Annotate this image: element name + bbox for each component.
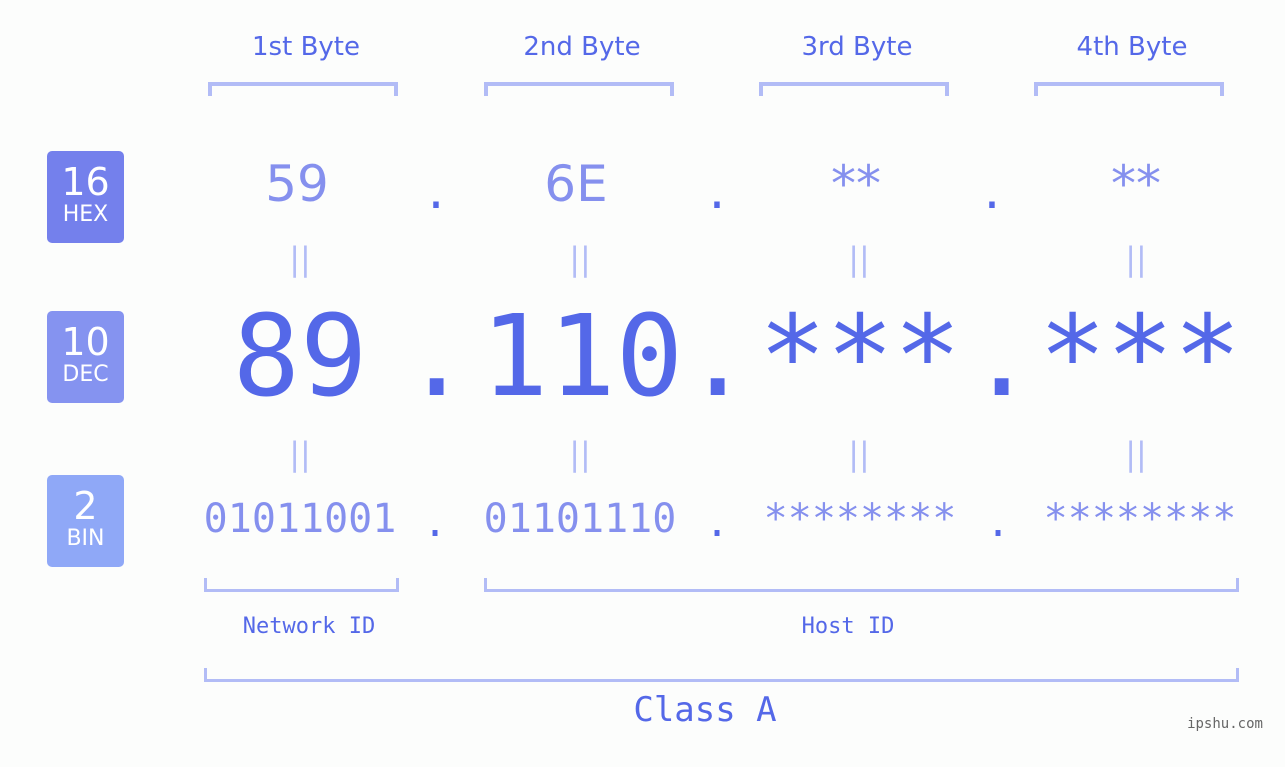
hex-badge: 16 HEX [47,151,124,243]
dec-badge-number: 10 [61,320,110,364]
byte-header-3: 3rd Byte [801,32,913,62]
equals-icon: || [289,240,311,278]
hex-octet-4: ** [1111,155,1161,213]
network-id-label: Network ID [242,614,376,639]
byte-header-2: 2nd Byte [523,32,641,62]
bin-octet-1: 01011001 [203,496,397,542]
hex-octet-2: 6E [544,155,608,213]
hex-separator-1: . [422,168,450,219]
dec-badge: 10 DEC [47,311,124,403]
bin-separator-3: . [985,500,1011,546]
equals-icon: || [848,435,870,473]
dec-separator-1: . [403,292,471,422]
dec-octet-1: 89 [232,292,368,422]
hex-badge-unit: HEX [62,202,109,227]
byte-bracket-1 [208,82,398,96]
dec-octet-3: *** [758,292,962,422]
equals-icon: || [289,435,311,473]
class-bracket [204,668,1239,682]
hex-octet-1: 59 [265,155,329,213]
dec-separator-3: . [968,292,1036,422]
byte-bracket-4 [1034,82,1224,96]
bin-octet-3: ******** [763,496,957,542]
dec-octet-2: 110 [480,292,684,422]
hex-octet-3: ** [831,155,881,213]
watermark: ipshu.com [1187,716,1263,732]
host-id-bracket [484,578,1239,592]
bin-separator-1: . [422,500,448,546]
equals-icon: || [569,435,591,473]
byte-bracket-2 [484,82,674,96]
equals-icon: || [848,240,870,278]
class-label: Class A [633,690,777,730]
hex-separator-2: . [703,168,731,219]
host-id-label: Host ID [801,614,895,639]
dec-separator-2: . [684,292,752,422]
bin-separator-2: . [704,500,730,546]
byte-header-1: 1st Byte [252,32,360,62]
byte-header-4: 4th Byte [1076,32,1188,62]
bin-badge: 2 BIN [47,475,124,567]
bin-badge-number: 2 [73,484,98,528]
network-id-bracket [204,578,399,592]
bin-octet-2: 01101110 [483,496,677,542]
equals-icon: || [569,240,591,278]
byte-bracket-3 [759,82,949,96]
equals-icon: || [1125,240,1147,278]
equals-icon: || [1125,435,1147,473]
bin-octet-4: ******** [1043,496,1237,542]
dec-octet-4: *** [1038,292,1242,422]
hex-separator-3: . [978,168,1006,219]
hex-badge-number: 16 [61,160,110,204]
dec-badge-unit: DEC [62,362,109,387]
bin-badge-unit: BIN [66,526,105,551]
